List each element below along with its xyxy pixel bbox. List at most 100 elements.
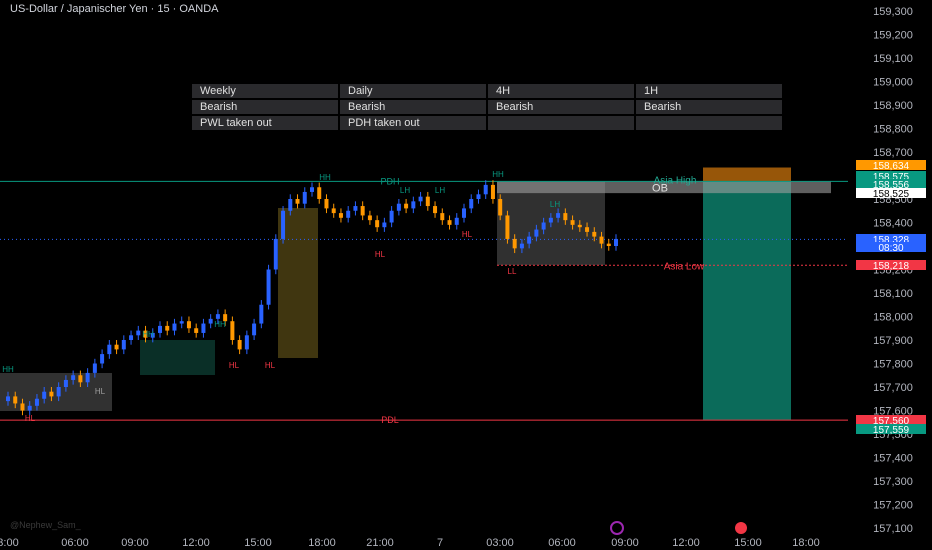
candle [541, 222, 546, 230]
x-tick-label: 15:00 [244, 537, 272, 549]
candle [266, 269, 271, 305]
y-tick-label: 159,100 [873, 53, 913, 65]
candle [317, 187, 322, 199]
candle [433, 206, 438, 214]
y-tick-label: 159,300 [873, 6, 913, 18]
candle [252, 323, 257, 336]
candle [6, 396, 10, 402]
y-tick-label: 158,700 [873, 147, 913, 159]
flag-icon [735, 522, 747, 534]
swing-label: HH [492, 170, 504, 179]
candle [534, 229, 539, 237]
swing-label: HH [2, 365, 14, 374]
candle [548, 217, 553, 223]
bias-cell: Weekly [192, 84, 338, 98]
x-tick-label: 09:00 [611, 537, 639, 549]
candle [469, 199, 474, 209]
candle [346, 210, 351, 218]
price-label-text: 08:30 [878, 243, 903, 254]
level-label-asia-low: Asia Low [664, 261, 705, 272]
price-label-text: 158,634 [873, 161, 910, 172]
swing-label: LH [550, 200, 560, 209]
bias-cell: Daily [340, 84, 486, 98]
x-tick-label: 06:00 [61, 537, 89, 549]
candle [230, 321, 235, 340]
y-tick-label: 157,800 [873, 359, 913, 371]
candle [483, 184, 488, 195]
x-tick-label: 12:00 [672, 537, 700, 549]
bias-cell: Bearish [192, 100, 338, 114]
candle [614, 238, 618, 246]
x-tick-label: 7 [437, 537, 443, 549]
candle [592, 231, 597, 237]
candle [389, 210, 394, 223]
swing-label: HL [375, 250, 386, 259]
candle [85, 372, 90, 383]
bias-table: Weekly Daily 4H 1H Bearish Bearish Beari… [190, 82, 784, 132]
level-label-pdh: PDH [380, 176, 399, 186]
x-tick-label: 21:00 [366, 537, 394, 549]
candle [42, 391, 47, 399]
candle [244, 335, 249, 350]
candle [302, 191, 307, 204]
bias-cell: 4H [488, 84, 634, 98]
candle [404, 203, 409, 209]
candle [425, 196, 430, 207]
candle [599, 236, 604, 244]
x-tick-label: 03:00 [486, 537, 514, 549]
swing-label: HL [462, 230, 473, 239]
y-tick-label: 158,900 [873, 100, 913, 112]
candle [476, 194, 481, 199]
candle [375, 220, 380, 228]
candle [186, 321, 191, 329]
candle [208, 318, 213, 324]
candle [172, 323, 177, 331]
swing-label: HL [25, 414, 36, 423]
candle [606, 243, 611, 246]
bias-cell: Bearish [636, 100, 782, 114]
candle [281, 210, 286, 239]
y-tick-label: 158,000 [873, 312, 913, 324]
candle [136, 330, 141, 336]
candle [92, 363, 97, 373]
candle [577, 224, 582, 228]
candle [78, 375, 83, 383]
x-tick-label: 15:00 [734, 537, 762, 549]
candle [71, 375, 76, 380]
stop-zone [703, 167, 791, 182]
candle [27, 405, 32, 411]
candle [505, 215, 510, 239]
candle [324, 199, 329, 209]
candle [121, 340, 126, 350]
candle [13, 396, 18, 404]
candle [498, 199, 503, 216]
swing-label: HH [214, 320, 226, 329]
candle [527, 236, 532, 244]
y-tick-label: 158,100 [873, 288, 913, 300]
candle [165, 325, 170, 331]
candle [194, 328, 199, 333]
candle [49, 391, 54, 397]
candle [107, 344, 112, 355]
y-tick-label: 158,400 [873, 218, 913, 230]
y-tick-label: 157,200 [873, 500, 913, 512]
target-zone [703, 181, 791, 420]
candle [512, 238, 517, 249]
candle [353, 206, 358, 211]
candle [490, 184, 495, 199]
bias-cell: 1H [636, 84, 782, 98]
x-tick-label: 18:00 [792, 537, 820, 549]
swing-label: LH [435, 186, 445, 195]
candle [556, 213, 561, 218]
candle [360, 206, 365, 216]
candle [237, 340, 242, 350]
x-tick-label: 09:00 [121, 537, 149, 549]
candle [585, 227, 590, 232]
candle [100, 354, 105, 364]
candle [56, 387, 61, 397]
swing-label: HL [229, 361, 240, 370]
bias-cell: PWL taken out [192, 116, 338, 130]
swing-label: HL [95, 387, 106, 396]
x-tick-label: 06:00 [548, 537, 576, 549]
bias-cell: PDH taken out [340, 116, 486, 130]
